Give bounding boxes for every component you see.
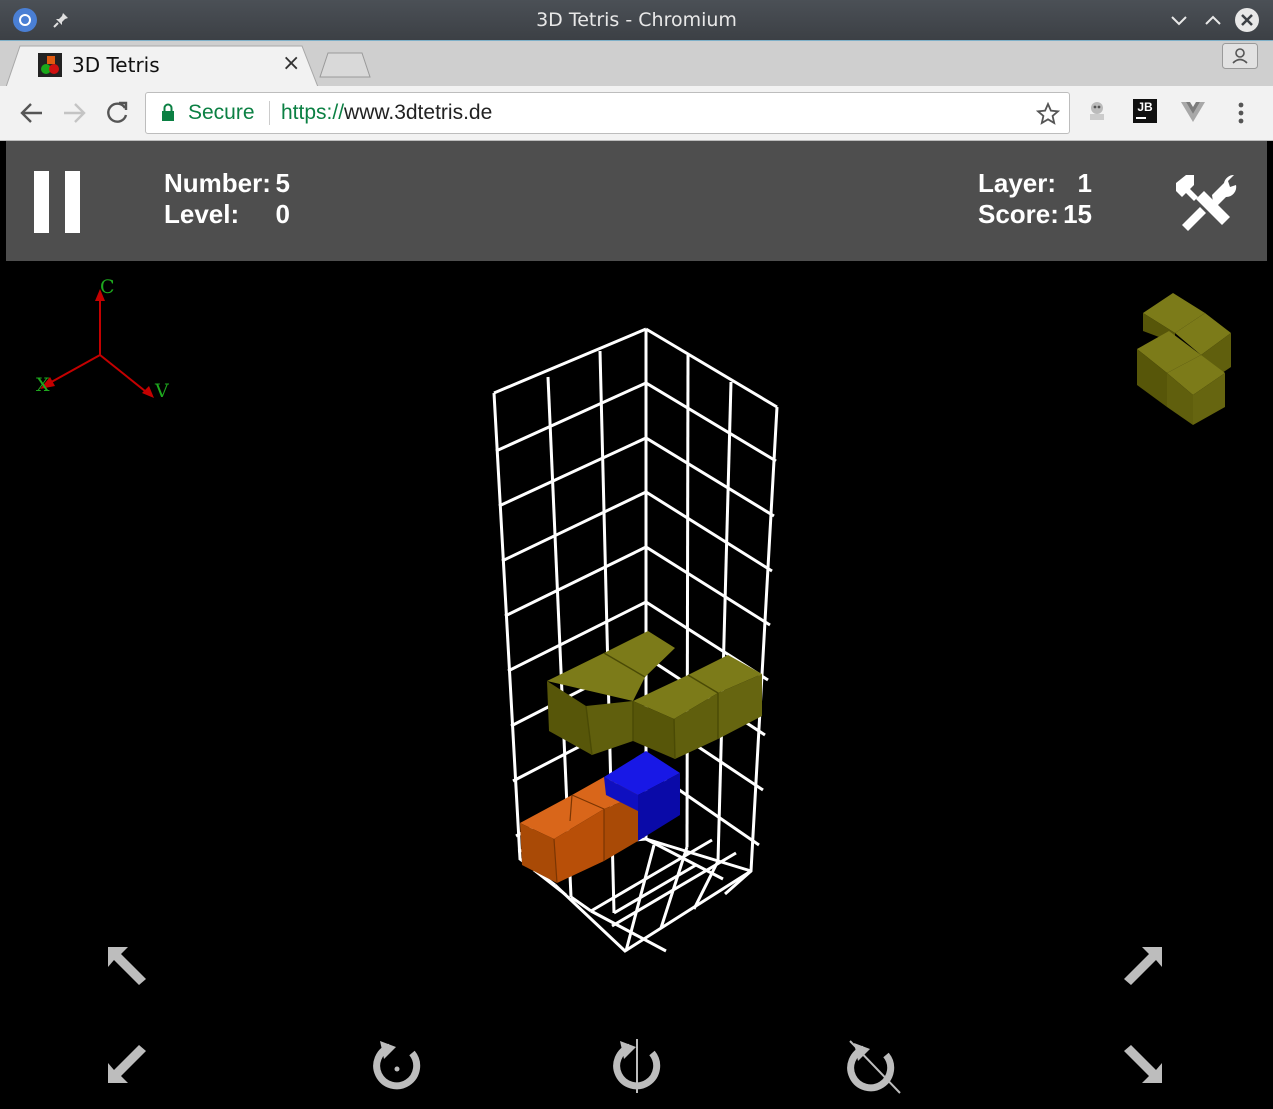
address-bar[interactable]: Secure https://www.3dtetris.de [145,92,1070,134]
url-text[interactable]: https://www.3dtetris.de [281,93,492,133]
close-window-icon[interactable] [1233,0,1261,40]
window-titlebar: 3D Tetris - Chromium [0,0,1273,40]
game-canvas[interactable]: C X V [6,261,1267,1102]
move-down-right-icon[interactable] [1120,1043,1166,1091]
score-label: Score: [978,199,1059,229]
tab-strip: 3D Tetris × [0,40,1273,87]
new-tab-button[interactable] [318,51,374,79]
maximize-icon[interactable] [1200,0,1226,40]
game-hud: Number: 5 Level: 0 Layer: 1 Score: 15 [6,141,1267,261]
tetris-favicon [38,53,62,77]
axis-label-v: V [154,380,169,402]
forward-arrow-icon[interactable] [60,100,88,130]
star-icon[interactable] [1035,101,1061,130]
browser-window: 3D Tetris - Chromium 3D Tetris × Secure … [0,0,1273,1109]
jetbrains-icon[interactable]: JB [1133,99,1157,123]
settings-icon[interactable] [1174,169,1238,240]
minimize-icon[interactable] [1166,0,1192,40]
level-value: 0 [275,199,290,229]
number-value: 5 [275,168,290,198]
axis-label-c: C [100,276,115,298]
pause-icon[interactable] [34,171,80,240]
tab-close-icon[interactable]: × [282,51,300,76]
move-up-right-icon[interactable] [1120,943,1166,991]
profile-icon[interactable] [1222,43,1258,69]
score-value: 15 [1063,199,1092,229]
lock-icon [160,103,176,127]
extension-icon[interactable] [1084,99,1110,129]
rotate-vertical-icon[interactable] [610,1037,664,1099]
url-scheme: https:// [281,101,345,124]
window-title: 3D Tetris - Chromium [536,9,737,31]
next-piece-preview [1137,293,1231,425]
axis-label-x: X [36,374,50,396]
menu-dots-icon[interactable] [1232,100,1250,130]
security-label: Secure [188,101,255,124]
layer-value: 1 [1077,168,1092,198]
layer-label: Layer: [978,168,1057,198]
tab-title: 3D Tetris [72,53,160,77]
level-label: Level: [164,199,240,229]
rotate-ccw-icon[interactable] [370,1039,424,1097]
omnibox-divider [269,101,270,125]
jetbrains-label: JB [1137,100,1153,114]
olive-block-piece [547,631,762,760]
move-up-left-icon[interactable] [104,943,150,991]
vue-devtools-icon[interactable] [1180,101,1206,127]
jetbrains-underline [1136,117,1146,119]
back-arrow-icon[interactable] [18,100,46,130]
game-scene[interactable]: C X V [6,261,1267,1102]
axis-indicator [40,289,154,398]
rotate-diagonal-icon[interactable] [844,1039,904,1101]
move-down-left-icon[interactable] [104,1043,150,1091]
tab-3d-tetris[interactable]: 3D Tetris × [6,45,319,87]
number-label: Number: [164,168,271,198]
browser-toolbar: Secure https://www.3dtetris.de JB [0,86,1273,141]
url-host: www.3dtetris.de [344,101,493,124]
game-page: Number: 5 Level: 0 Layer: 1 Score: 15 C … [6,141,1267,1102]
reload-icon[interactable] [103,99,131,131]
